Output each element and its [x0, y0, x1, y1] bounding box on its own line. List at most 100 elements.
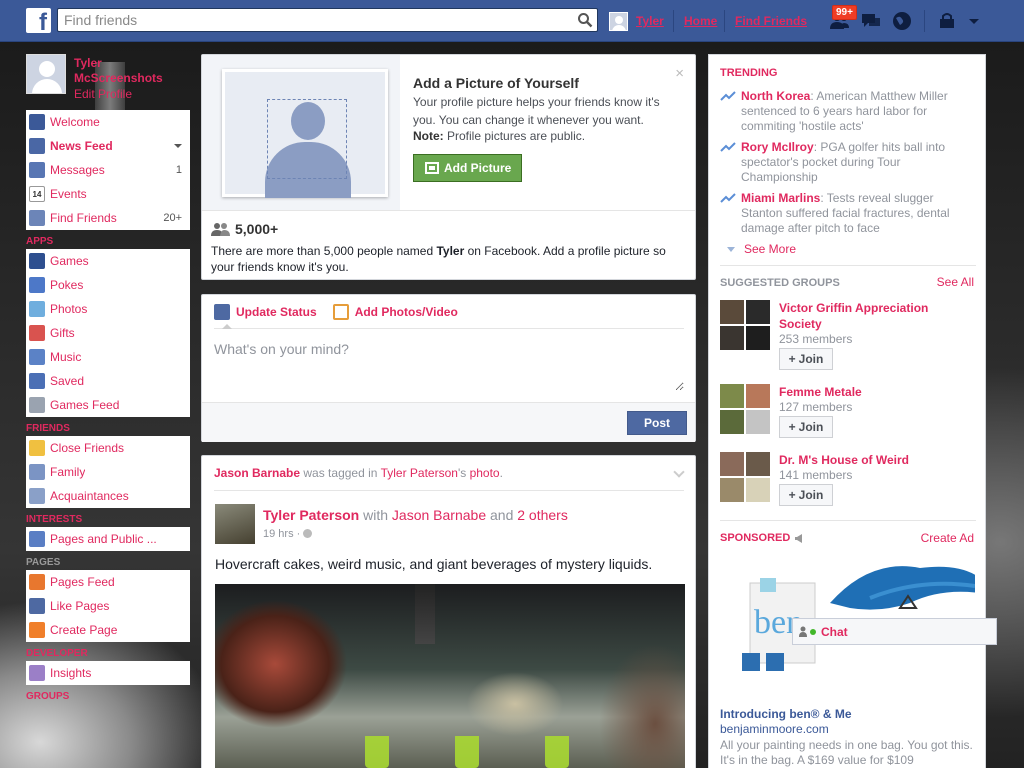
- search-icon[interactable]: [577, 12, 593, 28]
- sidebar-section-friends[interactable]: FRIENDS: [26, 417, 190, 436]
- profile-name-link[interactable]: Tyler: [636, 14, 664, 28]
- pages-feed-icon: [29, 574, 45, 590]
- sidebar-item-pages-and-public[interactable]: Pages and Public ...: [26, 527, 190, 551]
- active-tab-indicator: [222, 324, 232, 329]
- sidebar-section-pages[interactable]: PAGES: [26, 551, 190, 570]
- close-icon[interactable]: ×: [675, 65, 684, 82]
- sidebar-item-label: Find Friends: [50, 211, 117, 225]
- sidebar-item-welcome[interactable]: Welcome: [26, 110, 190, 134]
- privacy-lock-icon[interactable]: [936, 10, 958, 32]
- friend-requests-badge: 99+: [832, 5, 857, 20]
- join-group-button[interactable]: + Join: [779, 484, 833, 506]
- photo-link[interactable]: photo: [470, 466, 500, 480]
- top-profile-link[interactable]: [609, 11, 628, 31]
- sidebar-section-apps[interactable]: APPS: [26, 230, 190, 249]
- sidebar-item-family[interactable]: Family: [26, 460, 190, 484]
- account-menu-chevron-down-icon[interactable]: [963, 10, 985, 32]
- sidebar-item-create-page[interactable]: Create Page: [26, 618, 190, 642]
- ad-url-link[interactable]: benjaminmoore.com: [720, 722, 829, 736]
- sidebar-item-like-pages[interactable]: Like Pages: [26, 594, 190, 618]
- add-picture-button[interactable]: Add Picture: [413, 154, 522, 182]
- sidebar-item-label: Gifts: [50, 326, 75, 340]
- sidebar-item-label: Photos: [50, 302, 88, 316]
- others-link[interactable]: 2 others: [517, 507, 568, 523]
- tab-update-status[interactable]: Update Status: [214, 304, 317, 320]
- search-input[interactable]: [58, 9, 558, 31]
- chat-bar[interactable]: Chat: [792, 618, 997, 645]
- ad-title-link[interactable]: Introducing ben® & Me: [720, 707, 852, 721]
- story-options-chevron-down-icon[interactable]: [673, 466, 685, 478]
- sidebar-item-acquaintances[interactable]: Acquaintances: [26, 484, 190, 508]
- card-description: Your profile picture helps your friends …: [413, 95, 660, 127]
- sidebar-item-pages-feed[interactable]: Pages Feed: [26, 570, 190, 594]
- sidebar-item-gifts[interactable]: Gifts: [26, 321, 190, 345]
- chevron-down-icon[interactable]: [174, 144, 182, 148]
- owner-link[interactable]: Tyler Paterson: [381, 466, 458, 480]
- ad-description: All your painting needs in one bag. You …: [720, 738, 973, 767]
- facebook-logo[interactable]: f: [26, 8, 51, 36]
- messages-icon[interactable]: [860, 10, 882, 32]
- sidebar-item-events[interactable]: 14 Events: [26, 182, 190, 206]
- group-thumbnails[interactable]: [720, 452, 770, 502]
- pokes-icon: [29, 277, 45, 293]
- join-group-button[interactable]: + Join: [779, 416, 833, 438]
- find-friends-link[interactable]: Find Friends: [735, 14, 807, 28]
- card-note: Note: Profile pictures are public.: [413, 129, 586, 143]
- tagged-friend-link[interactable]: Jason Barnabe: [392, 507, 486, 523]
- avatar[interactable]: [215, 504, 255, 544]
- edit-profile-link[interactable]: Edit Profile: [74, 87, 132, 101]
- post-button[interactable]: Post: [627, 411, 687, 435]
- sidebar-item-pokes[interactable]: Pokes: [26, 273, 190, 297]
- story-timestamp[interactable]: 19 hrs ·: [263, 528, 313, 540]
- group-name-link[interactable]: Dr. M's House of Weird: [779, 452, 969, 468]
- sidebar-item-games-feed[interactable]: Games Feed: [26, 393, 190, 417]
- notifications-globe-icon[interactable]: [891, 10, 913, 32]
- tab-add-photos-video[interactable]: Add Photos/Video: [332, 304, 458, 320]
- group-name-link[interactable]: Victor Griffin Appreciation Society: [779, 300, 969, 332]
- photo-detail: [365, 736, 389, 768]
- sidebar-section-interests[interactable]: INTERESTS: [26, 508, 190, 527]
- avatar[interactable]: [26, 54, 66, 94]
- sidebar-item-music[interactable]: Music: [26, 345, 190, 369]
- trending-item[interactable]: Rory McIlroy: PGA golfer hits ball into …: [720, 140, 976, 185]
- divider: [214, 328, 684, 329]
- story-photo[interactable]: [215, 584, 685, 768]
- sidebar-item-news-feed[interactable]: News Feed: [26, 134, 190, 158]
- group-name-link[interactable]: Femme Metale: [779, 384, 969, 400]
- sidebar-section-groups[interactable]: GROUPS: [26, 685, 190, 704]
- sidebar-friends-items: Close Friends Family Acquaintances: [26, 436, 190, 508]
- sidebar-item-insights[interactable]: Insights: [26, 661, 190, 685]
- trending-item[interactable]: North Korea: American Matthew Miller sen…: [720, 89, 976, 134]
- sidebar-item-saved[interactable]: Saved: [26, 369, 190, 393]
- join-group-button[interactable]: + Join: [779, 348, 833, 370]
- sidebar-item-find-friends[interactable]: Find Friends 20+: [26, 206, 190, 230]
- sidebar-section-developer[interactable]: DEVELOPER: [26, 642, 190, 661]
- add-profile-picture-card: Add a Picture of Yourself Your profile p…: [201, 54, 696, 280]
- sidebar-item-games[interactable]: Games: [26, 249, 190, 273]
- facebook-icon: [29, 114, 45, 130]
- sidebar-item-label: Create Page: [50, 623, 118, 637]
- see-all-link[interactable]: See All: [937, 275, 974, 289]
- sidebar-item-photos[interactable]: Photos: [26, 297, 190, 321]
- group-thumbnails[interactable]: [720, 384, 770, 434]
- sidebar-main-items: Welcome News Feed Messages 1 14 Events F…: [26, 110, 190, 230]
- home-link[interactable]: Home: [684, 14, 717, 28]
- people-icon: [211, 223, 230, 236]
- actor-link[interactable]: Jason Barnabe: [214, 466, 300, 480]
- sidebar-item-label: Events: [50, 187, 87, 201]
- group-thumbnails[interactable]: [720, 300, 770, 350]
- person-icon: [799, 626, 807, 637]
- author-link[interactable]: Tyler Paterson: [263, 507, 359, 523]
- sidebar-item-close-friends[interactable]: Close Friends: [26, 436, 190, 460]
- divider: [720, 520, 976, 521]
- trending-item[interactable]: Miami Marlins: Tests reveal slugger Stan…: [720, 191, 976, 236]
- sidebar-pages-items: Pages Feed Like Pages Create Page: [26, 570, 190, 642]
- profile-name-link[interactable]: Tyler McScreenshots: [74, 56, 184, 86]
- trending-arrow-icon: [720, 91, 736, 101]
- create-ad-link[interactable]: Create Ad: [921, 531, 974, 545]
- see-more-link[interactable]: See More: [727, 242, 796, 256]
- composer-footer: Post: [202, 402, 695, 442]
- sidebar-item-messages[interactable]: Messages 1: [26, 158, 190, 182]
- status-input[interactable]: [214, 341, 684, 391]
- divider: [214, 490, 684, 491]
